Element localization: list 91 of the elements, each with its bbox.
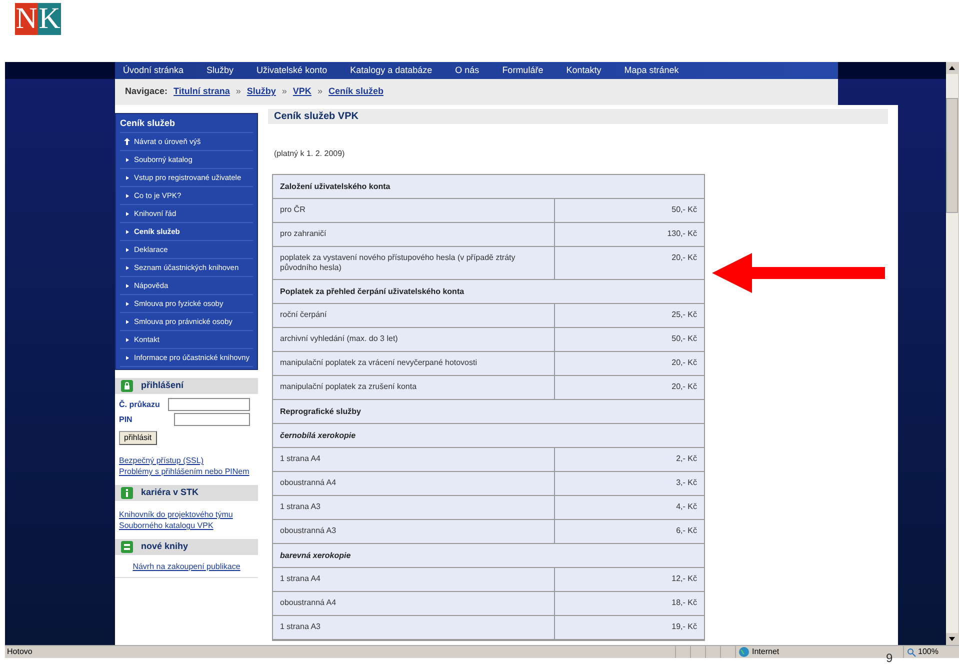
input-field[interactable] bbox=[174, 413, 250, 426]
bullet-icon bbox=[124, 210, 130, 216]
nav-link[interactable]: O nás bbox=[455, 64, 480, 78]
section-cell: černobílá xerokopie bbox=[273, 424, 704, 448]
field-label: PIN bbox=[119, 414, 132, 426]
price-cell-text: 4,- Kč bbox=[675, 501, 698, 513]
sidebar-link[interactable]: Knihovník do projektového týmu Souborného katalogu VPK bbox=[115, 509, 258, 531]
bullet-icon bbox=[124, 246, 130, 252]
nav-link[interactable]: Kontakty bbox=[566, 64, 602, 78]
field-label: Č. průkazu bbox=[119, 398, 160, 410]
up-arrow-icon bbox=[124, 138, 130, 145]
price-cell-text: 130,- Kč bbox=[666, 228, 698, 240]
price-cell-text: 50,- Kč bbox=[670, 204, 698, 216]
bullet-icon bbox=[124, 354, 130, 360]
price-cell-text: 2,- Kč bbox=[675, 453, 698, 465]
lock-icon bbox=[121, 380, 133, 392]
nav-link[interactable]: Mapa stránek bbox=[624, 64, 679, 78]
table-cell: oboustranná A4 bbox=[273, 472, 555, 495]
table-cell: 1 strana A4 bbox=[273, 568, 555, 591]
bullet-icon bbox=[124, 282, 130, 288]
zone-text: Internet bbox=[752, 646, 780, 658]
table-cell: oboustranná A3 bbox=[273, 520, 555, 543]
book-icon bbox=[121, 541, 133, 553]
bullet-icon bbox=[124, 192, 130, 198]
breadcrumb-link[interactable]: VPK bbox=[292, 85, 312, 99]
breadcrumb-link[interactable]: Služby bbox=[246, 85, 276, 99]
slide-number: 9 bbox=[886, 652, 893, 664]
login-button[interactable]: přihlásit bbox=[119, 431, 157, 445]
bullet-icon bbox=[124, 156, 130, 162]
bullet-icon bbox=[124, 228, 130, 234]
section-cell: Založení uživatelského konta bbox=[273, 175, 704, 199]
section-cell: Poplatek za přehled čerpání uživatelského konta bbox=[273, 280, 704, 304]
nav-link[interactable]: Formuláře bbox=[502, 64, 544, 78]
table-cell: pro ČR bbox=[273, 199, 555, 222]
bullet-icon bbox=[124, 300, 130, 306]
table-cell: archivní vyhledání (max. do 3 let) bbox=[273, 328, 555, 351]
table-cell: 1 strana A4 bbox=[273, 448, 555, 471]
nav-link[interactable]: Uživatelské konto bbox=[256, 64, 328, 78]
scrollbar-thumb[interactable] bbox=[946, 98, 958, 213]
box-title: přihlášení bbox=[141, 379, 184, 392]
price-cell-text: 20,- Kč bbox=[670, 381, 698, 393]
bullet-icon bbox=[124, 174, 130, 180]
content-title: Ceník služeb VPK bbox=[274, 110, 358, 124]
price-cell-text: 19,- Kč bbox=[670, 621, 698, 633]
status-text: Hotovo bbox=[6, 646, 34, 658]
price-cell-text: 50,- Kč bbox=[670, 333, 698, 345]
nav-link[interactable]: Úvodní stránka bbox=[123, 64, 184, 78]
breadcrumb-separator: » bbox=[236, 85, 241, 98]
globe-icon bbox=[739, 647, 749, 657]
breadcrumb-separator: » bbox=[317, 85, 322, 98]
bullet-icon bbox=[124, 264, 130, 270]
breadcrumb-link[interactable]: Ceník služeb bbox=[328, 85, 384, 99]
scroll-up-icon[interactable] bbox=[946, 62, 958, 74]
table-cell: pro zahraničí bbox=[273, 223, 555, 246]
bullet-icon bbox=[124, 336, 130, 342]
price-cell-text: 20,- Kč bbox=[670, 357, 698, 369]
input-field[interactable] bbox=[168, 398, 250, 411]
sidebar-link[interactable]: Návrh na zakoupení publikace bbox=[115, 561, 258, 578]
table-cell: manipulační poplatek za zrušení konta bbox=[273, 376, 555, 399]
price-cell-text: 20,- Kč bbox=[670, 252, 698, 264]
price-cell-text: 12,- Kč bbox=[670, 573, 698, 585]
table-cell: manipulační poplatek za vrácení nevyčerpané hotovosti bbox=[273, 352, 555, 375]
info-icon bbox=[121, 487, 133, 499]
section-cell: Reprografické služby bbox=[273, 400, 704, 424]
price-cell-text: 25,- Kč bbox=[670, 309, 698, 321]
bullet-icon bbox=[124, 318, 130, 324]
menu-title: Ceník služeb bbox=[120, 114, 253, 133]
table-cell: oboustranná A4 bbox=[273, 592, 555, 615]
breadcrumb-link[interactable]: Titulní strana bbox=[174, 85, 230, 99]
section-cell: barevná xerokopie bbox=[273, 544, 704, 568]
breadcrumb-label: Navigace: bbox=[125, 85, 168, 98]
zoom-icon bbox=[907, 648, 916, 656]
zoom-text[interactable]: 100% bbox=[918, 646, 938, 658]
table-cell: 1 strana A3 bbox=[273, 616, 555, 639]
table-cell: 1 strana A3 bbox=[273, 496, 555, 519]
scroll-down-icon[interactable] bbox=[946, 633, 958, 645]
logo-letter: N bbox=[15, 3, 38, 35]
logo-letter: K bbox=[38, 3, 61, 35]
sidebar-link[interactable]: Bezpečný přístup (SSL) bbox=[119, 455, 254, 466]
breadcrumb-separator: » bbox=[282, 85, 287, 98]
box-title: nové knihy bbox=[141, 540, 188, 554]
validity-text: (platný k 1. 2. 2009) bbox=[274, 148, 346, 160]
price-cell-text: 6,- Kč bbox=[675, 525, 698, 537]
price-cell-text: 3,- Kč bbox=[675, 477, 698, 489]
box-title: kariéra v STK bbox=[141, 486, 199, 500]
table-cell: roční čerpání bbox=[273, 304, 555, 327]
price-cell-text: 18,- Kč bbox=[670, 597, 698, 609]
nav-link[interactable]: Služby bbox=[206, 64, 234, 78]
sidebar-link[interactable]: Problémy s přihlášením nebo PINem bbox=[119, 466, 254, 477]
table-cell: poplatek za vystavení nového přístupového hesla (v případě ztráty původního hesla) bbox=[273, 247, 555, 279]
nav-link[interactable]: Katalogy a databáze bbox=[350, 64, 432, 78]
